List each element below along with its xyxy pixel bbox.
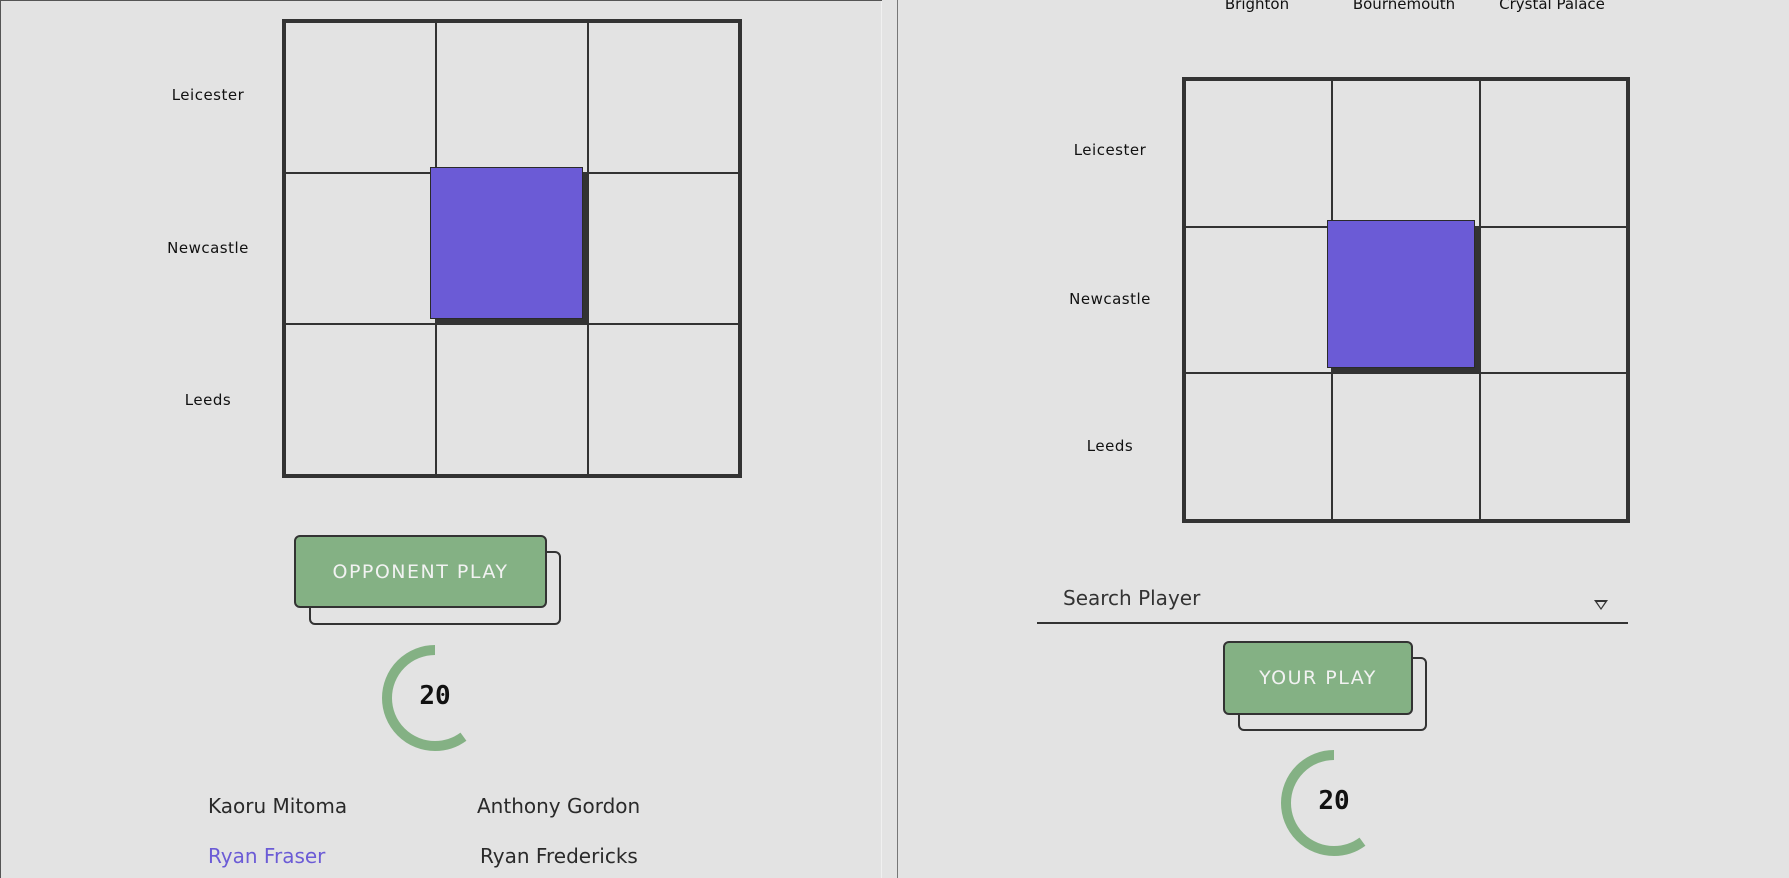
col-label-brighton: Brighton: [1224, 0, 1290, 13]
grid-cell: [436, 22, 588, 173]
grid-cell: [436, 324, 588, 475]
grid-cell[interactable]: [1332, 373, 1480, 520]
your-play-button-group: YOUR PLAY: [1223, 641, 1428, 731]
opponent-play-button-group: OPPONENT PLAY: [294, 535, 564, 625]
scroll-up-icon[interactable]: ▲: [881, 1, 882, 18]
col-label-crystal-palace: Crystal Palace: [1499, 0, 1605, 13]
opponent-played-tile: [430, 167, 583, 319]
search-player[interactable]: [1037, 572, 1628, 624]
grid-cell: [285, 173, 437, 324]
player-option[interactable]: Ryan Fredericks: [480, 844, 638, 868]
chevron-down-icon[interactable]: [1594, 600, 1608, 610]
my-pane: Brighton Bournemouth Crystal Palace Leic…: [898, 0, 1765, 878]
scroll-down-icon[interactable]: ▼: [881, 861, 882, 878]
grid-cell[interactable]: [1479, 80, 1627, 227]
my-timer-value: 20: [1318, 786, 1350, 816]
left-scrollbar[interactable]: ▲ ▼: [881, 1, 882, 878]
row-label-leicester: Leicester: [171, 86, 245, 104]
row-label-leicester: Leicester: [1073, 141, 1147, 159]
row-label-newcastle: Newcastle: [167, 239, 249, 257]
opponent-timer-value: 20: [419, 681, 451, 711]
your-play-button[interactable]: YOUR PLAY: [1223, 641, 1413, 715]
grid-cell[interactable]: [1185, 373, 1333, 520]
player-option-selected[interactable]: Ryan Fraser: [208, 844, 325, 868]
grid-cell[interactable]: [1332, 80, 1480, 227]
opponent-timer: 20: [378, 641, 492, 755]
my-played-tile: [1327, 220, 1475, 368]
row-label-newcastle: Newcastle: [1069, 290, 1151, 308]
player-option[interactable]: Anthony Gordon: [477, 794, 640, 818]
row-label-leeds: Leeds: [184, 391, 232, 409]
grid-cell: [587, 22, 739, 173]
search-input[interactable]: [1061, 572, 1565, 624]
player-option[interactable]: Kaoru Mitoma: [208, 794, 347, 818]
grid-cell[interactable]: [1185, 226, 1333, 374]
col-label-bournemouth: Bournemouth: [1352, 0, 1456, 13]
grid-cell[interactable]: [1479, 226, 1627, 374]
row-label-leeds: Leeds: [1086, 437, 1134, 455]
grid-cell: [587, 324, 739, 475]
opponent-play-button[interactable]: OPPONENT PLAY: [294, 535, 547, 608]
opponent-pane: Leicester Newcastle Leeds OPPONENT PLAY …: [0, 0, 882, 878]
grid-cell: [285, 22, 437, 173]
my-timer: 20: [1277, 746, 1391, 860]
grid-cell: [587, 173, 739, 324]
grid-cell[interactable]: [1185, 80, 1333, 227]
grid-cell: [285, 324, 437, 475]
grid-cell[interactable]: [1479, 373, 1627, 520]
